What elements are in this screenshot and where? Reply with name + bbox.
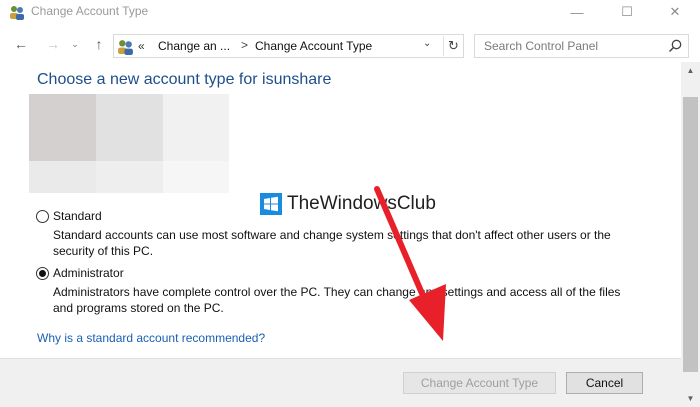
administrator-radio[interactable]: [36, 267, 49, 280]
administrator-description: Administrators have complete control ove…: [53, 284, 653, 316]
standard-label[interactable]: Standard: [53, 209, 102, 223]
users-icon: [118, 40, 133, 55]
scroll-up-icon[interactable]: ▲: [681, 62, 700, 79]
watermark-text: TheWindowsClub: [287, 193, 436, 214]
change-account-type-button[interactable]: Change Account Type: [403, 372, 556, 394]
recent-locations-button[interactable]: ⌄: [66, 34, 84, 54]
administrator-description-line: Administrators have complete control ove…: [53, 285, 621, 299]
administrator-label[interactable]: Administrator: [53, 266, 124, 280]
page-title: Choose a new account type for isunshare: [37, 71, 332, 88]
breadcrumb-change-account[interactable]: Change an ...: [158, 39, 230, 53]
account-picture: [29, 94, 229, 224]
administrator-description-line: and programs stored on the PC.: [53, 301, 224, 315]
back-button[interactable]: ←: [12, 34, 30, 54]
standard-description-line: security of this PC.: [53, 244, 154, 258]
up-button[interactable]: ↑: [90, 34, 108, 54]
minimize-button[interactable]: —: [554, 0, 600, 24]
cancel-button[interactable]: Cancel: [566, 372, 643, 394]
chevron-down-icon[interactable]: ⌄: [423, 38, 431, 49]
maximize-button[interactable]: ☐: [604, 0, 650, 24]
title-bar: Change Account Type — ☐ ✕: [0, 0, 700, 24]
forward-button[interactable]: →: [44, 34, 62, 54]
standard-account-help-link[interactable]: Why is a standard account recommended?: [37, 331, 265, 345]
scroll-down-icon[interactable]: ▼: [681, 390, 700, 407]
search-box[interactable]: [474, 34, 689, 58]
button-bar: Change Account Type Cancel: [0, 358, 681, 407]
windows-logo-icon: [260, 193, 282, 215]
scroll-thumb[interactable]: [683, 97, 698, 372]
refresh-icon[interactable]: ↻: [443, 36, 463, 56]
standard-radio[interactable]: [36, 210, 49, 223]
breadcrumb-overflow[interactable]: «: [138, 39, 145, 53]
standard-description-line: Standard accounts can use most software …: [53, 228, 611, 242]
window-title: Change Account Type: [31, 4, 149, 18]
search-icon[interactable]: [667, 38, 683, 54]
users-icon: [10, 6, 24, 20]
search-input[interactable]: [475, 35, 665, 57]
close-button[interactable]: ✕: [652, 0, 698, 24]
address-bar[interactable]: « Change an ... > Change Account Type ⌄ …: [113, 34, 464, 58]
main-content: Choose a new account type for isunshare …: [0, 62, 681, 407]
breadcrumb-separator[interactable]: >: [241, 38, 248, 52]
breadcrumb-change-account-type[interactable]: Change Account Type: [255, 39, 372, 53]
vertical-scrollbar[interactable]: ▲ ▼: [681, 62, 700, 407]
standard-description: Standard accounts can use most software …: [53, 227, 653, 259]
